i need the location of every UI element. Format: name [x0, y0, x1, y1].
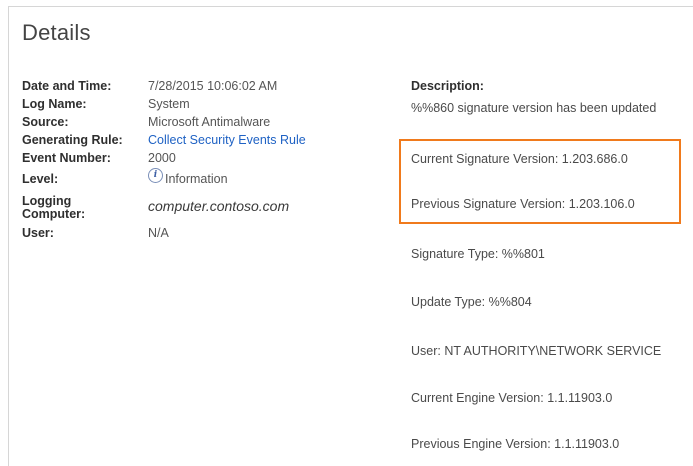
event-number-value: 2000: [148, 151, 176, 165]
details-panel: Details Date and Time: 7/28/2015 10:06:0…: [8, 6, 693, 466]
level-value: i Information: [148, 168, 228, 186]
logging-computer-label-line1: Logging: [22, 194, 72, 208]
description-label: Description:: [411, 79, 484, 93]
current-engine-version: Current Engine Version: 1.1.11903.0: [411, 391, 613, 405]
generating-rule-label: Generating Rule:: [22, 133, 123, 147]
logging-computer-value: computer.contoso.com: [148, 198, 290, 214]
description-line: %%860 signature version has been updated: [411, 101, 657, 115]
user-label: User:: [22, 226, 54, 240]
event-number-label: Event Number:: [22, 151, 111, 165]
log-name-value: System: [148, 97, 190, 111]
date-time-label: Date and Time:: [22, 79, 112, 93]
previous-signature-version: Previous Signature Version: 1.203.106.0: [411, 197, 635, 211]
date-time-value: 7/28/2015 10:06:02 AM: [148, 79, 278, 93]
log-name-label: Log Name:: [22, 97, 87, 111]
current-signature-version: Current Signature Version: 1.203.686.0: [411, 152, 628, 166]
previous-engine-version: Previous Engine Version: 1.1.11903.0: [411, 437, 620, 451]
logging-computer-label-line2: Computer:: [22, 207, 86, 221]
source-label: Source:: [22, 115, 69, 129]
source-value: Microsoft Antimalware: [148, 115, 271, 129]
user-account: User: NT AUTHORITY\NETWORK SERVICE: [411, 344, 662, 358]
level-text: Information: [165, 172, 228, 186]
user-value: N/A: [148, 226, 169, 240]
generating-rule-link[interactable]: Collect Security Events Rule: [148, 133, 306, 147]
details-title: Details: [22, 20, 91, 45]
signature-type: Signature Type: %%801: [411, 247, 545, 261]
info-icon: i: [148, 168, 163, 183]
update-type: Update Type: %%804: [411, 295, 532, 309]
level-label: Level:: [22, 172, 59, 186]
